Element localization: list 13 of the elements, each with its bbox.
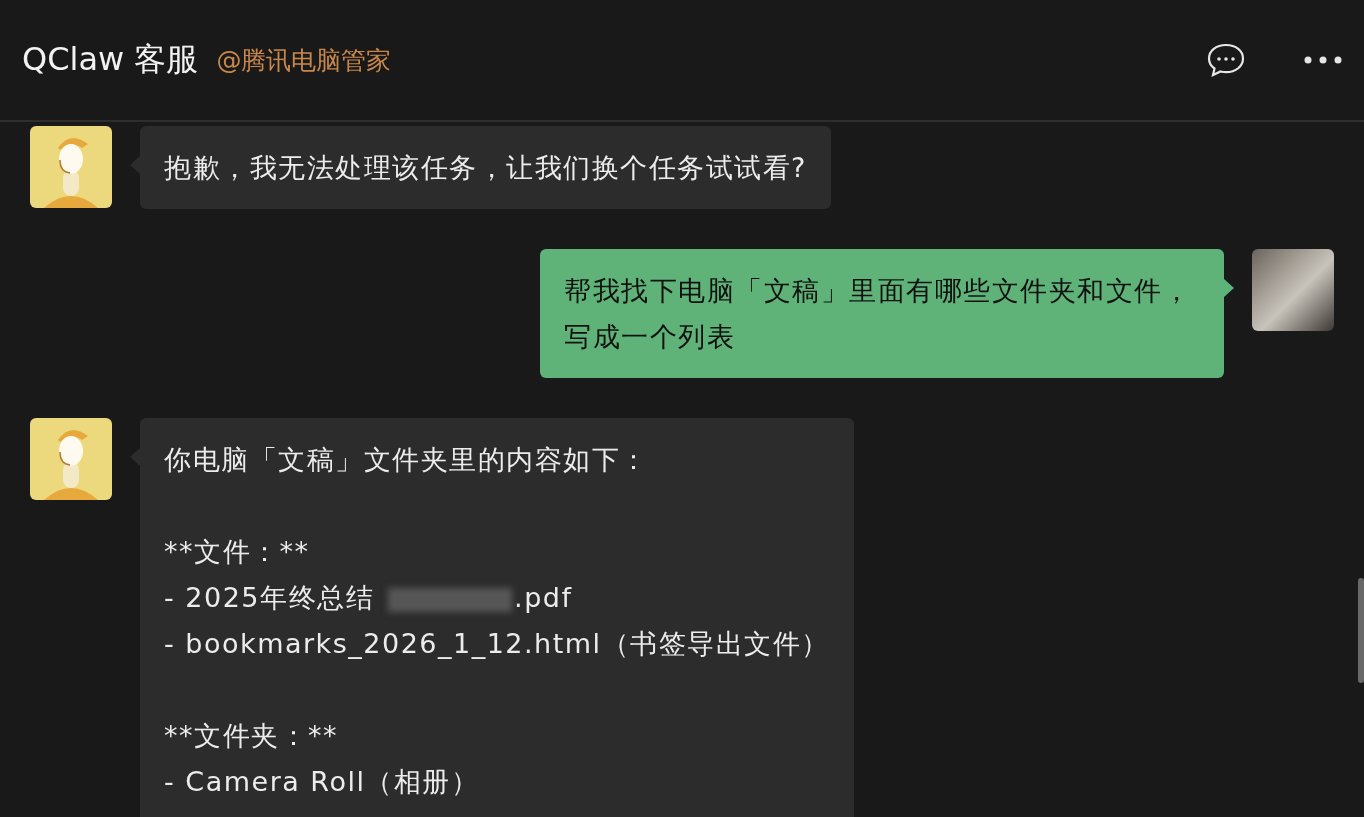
more-icon[interactable]: [1304, 56, 1342, 64]
chat-bubble-icon[interactable]: [1206, 42, 1246, 78]
message-line: - Camera Roll（相册）: [164, 765, 481, 799]
message-line: - bookmarks_2026_1_12.html（书签导出文件）: [164, 627, 830, 661]
message-line: 帮我找下电脑「文稿」里面有哪些文件夹和文件，写成一个列表: [564, 274, 1192, 354]
message-line: 抱歉，我无法处理该任务，让我们换个任务试试看?: [164, 151, 807, 185]
chat-subtitle: @腾讯电脑管家: [216, 44, 393, 77]
chat-title: QClaw 客服: [22, 39, 199, 80]
message-line: - 2025年终总结 .pdf: [164, 581, 574, 615]
message-line: 你电脑「文稿」文件夹里的内容如下：: [164, 443, 650, 477]
message-line: **文件夹：**: [164, 719, 339, 753]
scrollbar[interactable]: [1358, 578, 1364, 683]
message-line: **文件：**: [164, 535, 311, 569]
